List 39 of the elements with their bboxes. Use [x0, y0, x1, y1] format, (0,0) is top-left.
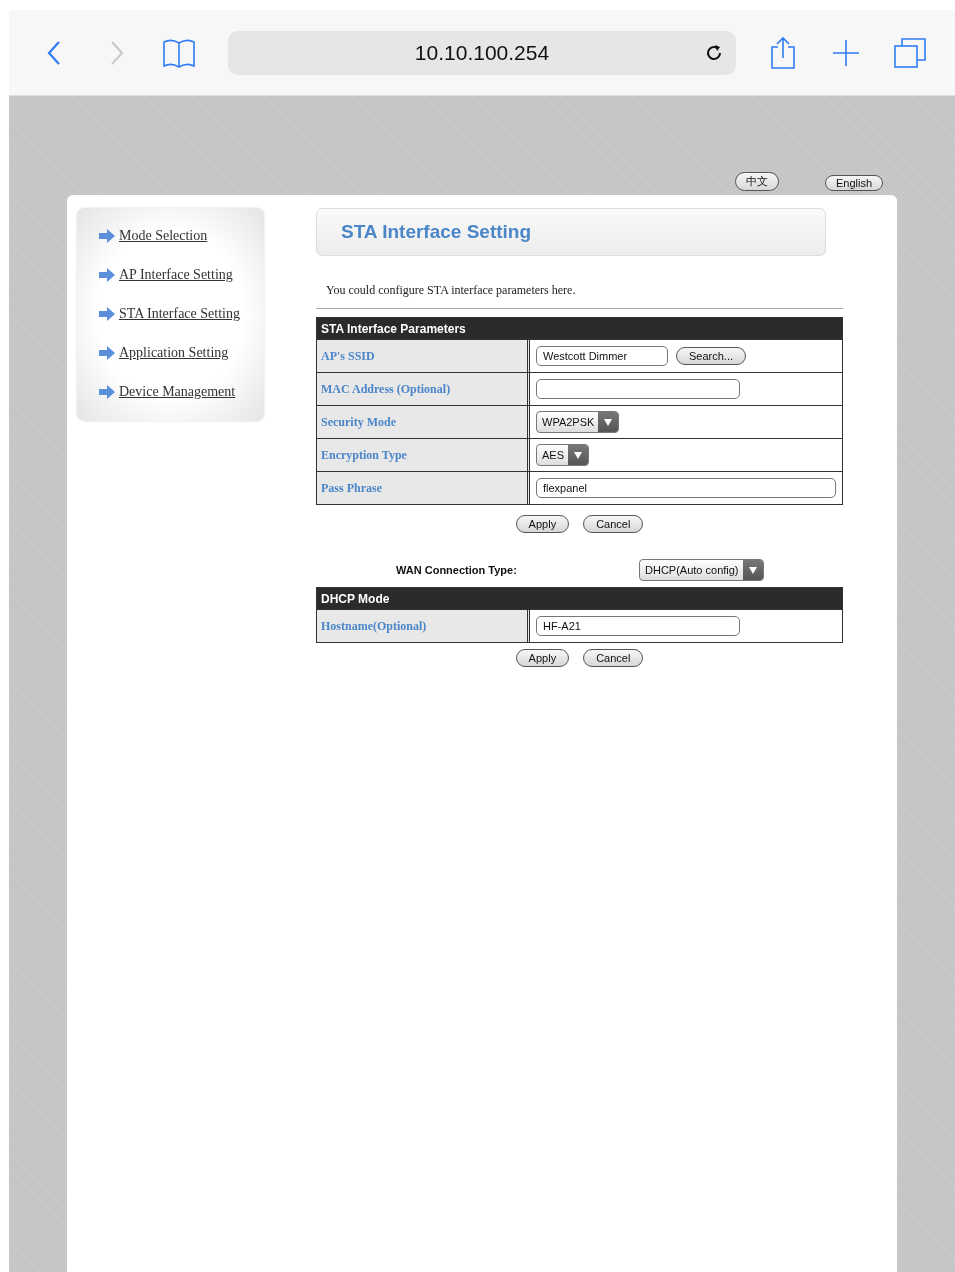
field-label: Security Mode	[317, 406, 530, 438]
language-button[interactable]: 中文	[734, 172, 779, 191]
arrow-icon	[99, 306, 115, 321]
dropdown[interactable]: DHCP(Auto config)	[639, 559, 764, 581]
language-button[interactable]: English	[824, 175, 883, 191]
sidebar-link[interactable]: AP Interface Setting	[119, 266, 233, 283]
search-button[interactable]: Search...	[676, 347, 747, 365]
field-label: MAC Address (Optional)	[317, 373, 530, 405]
form-button[interactable]: Cancel	[583, 515, 644, 533]
input-field[interactable]: HF-A21	[536, 616, 740, 636]
field-label: Hostname(Optional)	[317, 610, 530, 642]
wan-label: WAN Connection Type:	[395, 564, 518, 576]
arrow-icon	[99, 384, 115, 399]
sidebar-link[interactable]: Application Setting	[119, 344, 229, 361]
arrow-icon	[99, 267, 115, 282]
field-label: AP's SSID	[317, 340, 530, 372]
form-button[interactable]: Cancel	[583, 649, 644, 667]
arrow-icon	[99, 228, 115, 243]
input-field[interactable]: flexpanel	[536, 478, 836, 498]
input-field[interactable]: Westcott Dimmer	[536, 346, 668, 366]
sidebar-link[interactable]: Mode Selection	[119, 227, 208, 244]
arrow-icon	[99, 345, 115, 360]
table-header: DHCP Mode	[317, 588, 842, 609]
caret-icon	[574, 451, 582, 459]
caret-icon	[604, 418, 613, 426]
dropdown[interactable]: WPA2PSK	[536, 411, 620, 433]
sidebar-link[interactable]: Device Management	[119, 383, 236, 400]
field-label: Encryption Type	[317, 439, 530, 471]
table-header: STA Interface Parameters	[317, 318, 842, 339]
form-button[interactable]: Apply	[515, 515, 570, 533]
address-bar[interactable]: 10.10.100.254	[228, 30, 736, 75]
caret-icon	[748, 566, 757, 574]
field-label: Pass Phrase	[317, 472, 530, 504]
page-title: STA Interface Setting	[341, 221, 532, 243]
form-button[interactable]: Apply	[515, 649, 570, 667]
dropdown[interactable]: AES	[536, 444, 589, 466]
sidebar-link[interactable]: STA Interface Setting	[119, 305, 240, 322]
description: You could configure STA interface parameters here.	[326, 283, 577, 298]
input-field[interactable]	[536, 379, 740, 399]
